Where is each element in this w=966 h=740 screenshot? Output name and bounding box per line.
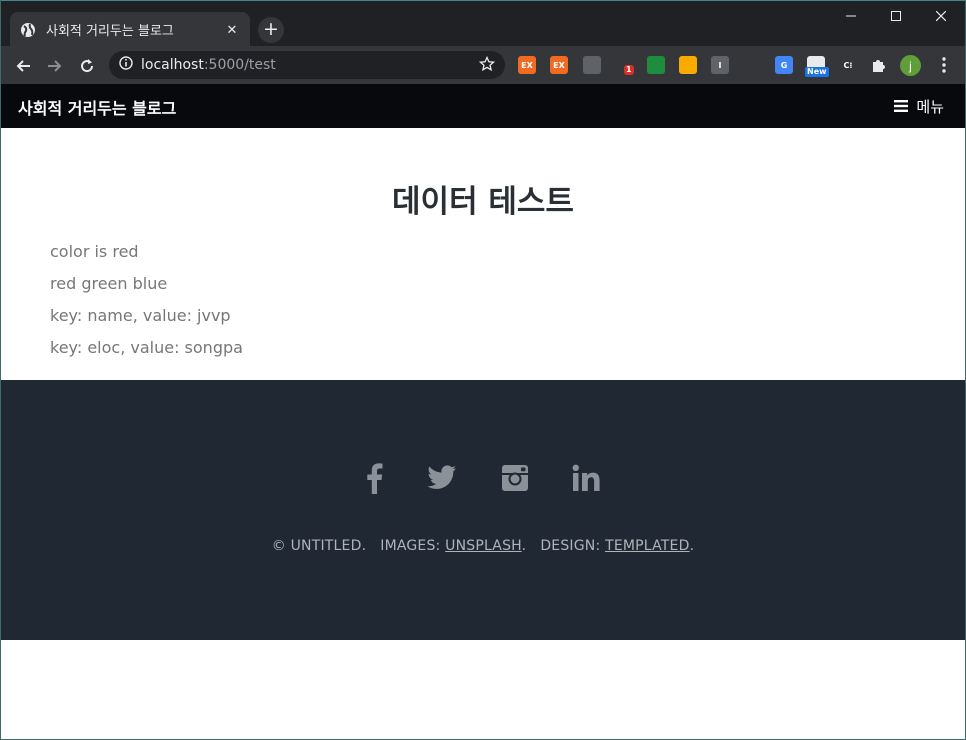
extension-badge: New	[805, 67, 829, 77]
address-bar[interactable]: localhost:5000/test	[109, 51, 505, 79]
forward-icon[interactable]	[44, 55, 66, 77]
cookie-extension-icon[interactable]	[743, 56, 761, 74]
screenshot-extension-icon[interactable]	[583, 56, 601, 74]
puzzle-extensions-icon[interactable]	[870, 56, 888, 74]
extension-badge: 1	[624, 65, 634, 75]
menu-label: 메뉴	[916, 98, 944, 116]
data-line-loc: key: eloc, value: songpa	[50, 338, 243, 357]
minimize-icon[interactable]	[828, 5, 874, 27]
info-icon[interactable]	[119, 55, 133, 75]
twitter-icon[interactable]	[424, 460, 460, 496]
ex-extension-1-icon[interactable]: EX	[518, 56, 536, 74]
copyright-text: © UNTITLED.	[271, 538, 367, 554]
copyright-line: © UNTITLED. IMAGES: UNSPLASH. DESIGN: TEMP…	[0, 538, 966, 554]
site-logo[interactable]: 사회적 거리두는 블로그	[18, 95, 176, 119]
browser-titlebar: 사회적 거리두는 블로그 ✕ +	[0, 0, 966, 47]
back-icon[interactable]	[12, 55, 34, 77]
browser-toolbar: localhost:5000/test EX EX 1 I G New C⁝ j	[0, 46, 966, 84]
url-host: localhost	[141, 57, 204, 73]
profile-avatar[interactable]: j	[900, 55, 921, 76]
data-line-name: key: name, value: jvvp	[50, 306, 231, 325]
more-menu-icon[interactable]	[934, 55, 954, 75]
globe-icon	[20, 22, 36, 38]
hamburger-icon	[894, 98, 909, 116]
templated-link[interactable]: TEMPLATED	[605, 538, 690, 554]
linkedin-icon[interactable]	[569, 460, 605, 496]
site-header: 사회적 거리두는 블로그 메뉴	[0, 84, 966, 128]
tab-close-icon[interactable]: ✕	[224, 22, 240, 38]
new-tab-button[interactable]: +	[258, 17, 284, 43]
info-extension-icon[interactable]: I	[711, 56, 729, 74]
shield-extension-icon[interactable]	[647, 56, 665, 74]
period-1: .	[521, 538, 527, 554]
tab-title: 사회적 거리두는 블로그	[46, 24, 174, 39]
window-close-icon[interactable]	[918, 5, 964, 27]
reload-icon[interactable]	[76, 55, 98, 77]
page-title: 데이터 테스트	[392, 184, 574, 220]
instagram-icon[interactable]	[497, 460, 533, 496]
bookmark-star-icon[interactable]	[478, 55, 496, 77]
c-extension-icon[interactable]: C⁝	[839, 56, 857, 74]
badge-extension-icon[interactable]: 1	[615, 56, 634, 75]
main-content: 데이터 테스트 color is red red green blue key:…	[0, 128, 966, 380]
period-2: .	[689, 538, 695, 554]
url-path: :5000/test	[203, 57, 276, 73]
site-footer: © UNTITLED. IMAGES: UNSPLASH. DESIGN: TEMP…	[0, 380, 966, 640]
ex-extension-2-icon[interactable]: EX	[550, 56, 568, 74]
glasses-extension-icon[interactable]	[679, 56, 697, 74]
unsplash-link[interactable]: UNSPLASH	[445, 538, 522, 554]
new-extension-icon[interactable]: New	[805, 56, 829, 77]
data-line-list: red green blue	[50, 274, 168, 293]
design-label: DESIGN:	[540, 538, 601, 554]
data-line-color: color is red	[50, 242, 139, 261]
facebook-icon[interactable]	[356, 460, 392, 496]
images-label: IMAGES:	[380, 538, 441, 554]
menu-button[interactable]: 메뉴	[894, 96, 944, 117]
window-border-left	[0, 0, 1, 740]
maximize-icon[interactable]	[873, 5, 919, 27]
translate-extension-icon[interactable]: G	[775, 56, 793, 74]
browser-tab[interactable]: 사회적 거리두는 블로그 ✕	[10, 12, 250, 47]
